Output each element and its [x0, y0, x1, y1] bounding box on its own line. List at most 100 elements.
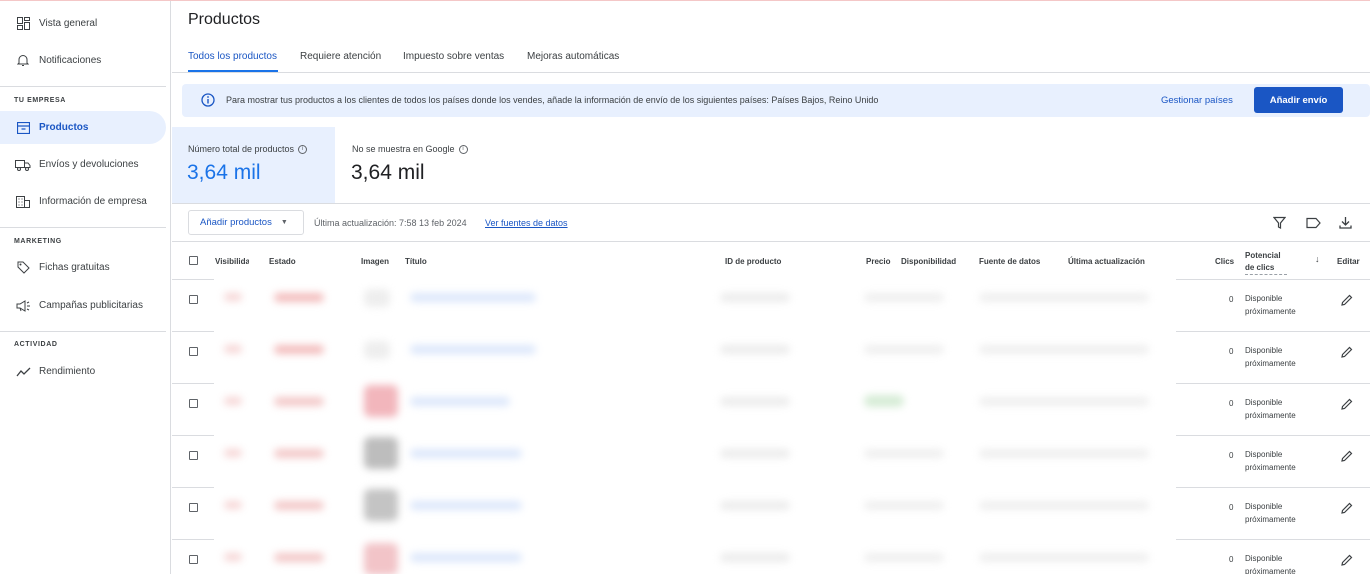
- redacted-product-data: [214, 273, 1176, 574]
- divider: [0, 331, 166, 332]
- help-icon[interactable]: i: [458, 144, 468, 154]
- tab-automatic-improvements[interactable]: Mejoras automáticas: [527, 51, 619, 62]
- clicks-value: 0: [1229, 555, 1234, 564]
- header-image: Imagen: [361, 257, 390, 266]
- section-title-activity: ACTIVIDAD: [14, 341, 58, 348]
- tag-icon: [15, 260, 31, 276]
- tab-all-products[interactable]: Todos los productos: [188, 51, 277, 62]
- sidebar-item-label: Información de empresa: [39, 196, 147, 207]
- clicks-value: 0: [1229, 503, 1234, 512]
- header-data-source[interactable]: Fuente de datos: [979, 257, 1040, 266]
- stat-value: 3,64 mil: [351, 161, 425, 184]
- click-potential-value: Disponible próximamente: [1245, 554, 1296, 574]
- divider: [0, 227, 166, 228]
- click-potential-value: Disponible próximamente: [1245, 398, 1296, 420]
- header-product-id[interactable]: ID de producto: [725, 257, 781, 266]
- sidebar-item-label: Vista general: [39, 18, 98, 29]
- stat-value: 3,64 mil: [187, 161, 261, 184]
- add-products-dropdown[interactable]: Añadir productos ▼: [188, 210, 304, 235]
- tab-sales-tax[interactable]: Impuesto sobre ventas: [403, 51, 504, 62]
- sidebar-item-label: Fichas gratuitas: [39, 262, 110, 273]
- main-content: Productos Todos los productos Requiere a…: [172, 1, 1370, 574]
- page-title: Productos: [188, 11, 261, 28]
- header-availability[interactable]: Disponibilidad: [901, 257, 956, 266]
- divider: [0, 86, 166, 87]
- info-icon: [201, 93, 215, 112]
- sidebar-item-products[interactable]: Productos: [0, 111, 166, 144]
- building-icon: [15, 194, 31, 210]
- sidebar: Vista general Notificaciones TU EMPRESA …: [0, 1, 171, 574]
- header-click-potential[interactable]: Potencial de clics: [1245, 250, 1287, 275]
- table-toolbar: Añadir productos ▼ Última actualización:…: [172, 204, 1370, 242]
- stats-row: Número total de productos i 3,64 mil No s…: [172, 127, 1370, 204]
- header-clicks[interactable]: Clics: [1215, 257, 1234, 266]
- trending-icon: [15, 364, 31, 380]
- edit-pencil-icon[interactable]: [1341, 449, 1353, 467]
- edit-pencil-icon[interactable]: [1341, 293, 1353, 311]
- header-price[interactable]: Precio: [866, 257, 890, 266]
- truck-icon: [15, 157, 31, 173]
- section-title-business: TU EMPRESA: [14, 97, 66, 104]
- edit-pencil-icon[interactable]: [1341, 553, 1353, 571]
- clicks-value: 0: [1229, 295, 1234, 304]
- sidebar-item-business-info[interactable]: Información de empresa: [0, 185, 166, 218]
- select-all-checkbox[interactable]: [189, 256, 198, 265]
- sidebar-item-label: Envíos y devoluciones: [39, 159, 139, 170]
- header-status[interactable]: Estado: [269, 257, 296, 266]
- click-potential-value: Disponible próximamente: [1245, 450, 1296, 472]
- sidebar-item-free-listings[interactable]: Fichas gratuitas: [0, 251, 166, 284]
- row-checkbox[interactable]: [189, 451, 198, 460]
- sidebar-item-label: Notificaciones: [39, 55, 102, 66]
- row-checkbox[interactable]: [189, 503, 198, 512]
- megaphone-icon: [15, 298, 31, 314]
- sidebar-item-shipping[interactable]: Envíos y devoluciones: [0, 148, 166, 181]
- last-update-text: Última actualización: 7:58 13 feb 2024: [314, 218, 467, 228]
- help-icon[interactable]: i: [298, 144, 308, 154]
- row-checkbox[interactable]: [189, 555, 198, 564]
- row-checkbox[interactable]: [189, 347, 198, 356]
- row-checkbox[interactable]: [189, 399, 198, 408]
- caret-down-icon: ▼: [280, 219, 288, 226]
- stat-not-shown-google[interactable]: No se muestra en Google i 3,64 mil: [336, 127, 536, 203]
- clicks-value: 0: [1229, 451, 1234, 460]
- stat-total-products[interactable]: Número total de productos i 3,64 mil: [172, 127, 335, 203]
- sidebar-item-label: Rendimiento: [39, 366, 96, 377]
- sidebar-item-performance[interactable]: Rendimiento: [0, 355, 166, 388]
- row-checkbox[interactable]: [189, 295, 198, 304]
- active-tab-indicator: [188, 70, 278, 72]
- edit-pencil-icon[interactable]: [1341, 397, 1353, 415]
- clicks-value: 0: [1229, 399, 1234, 408]
- add-shipping-button[interactable]: Añadir envío: [1254, 87, 1343, 113]
- filter-icon[interactable]: [1272, 216, 1287, 234]
- banner-message: Para mostrar tus productos a los cliente…: [226, 95, 879, 105]
- tab-needs-attention[interactable]: Requiere atención: [300, 51, 381, 62]
- sidebar-item-ad-campaigns[interactable]: Campañas publicitarias: [0, 289, 166, 322]
- click-potential-value: Disponible próximamente: [1245, 502, 1296, 524]
- label-icon[interactable]: [1306, 216, 1321, 234]
- tab-bar: Todos los productos Requiere atención Im…: [172, 41, 1370, 73]
- manage-countries-link[interactable]: Gestionar países: [1161, 95, 1233, 106]
- edit-pencil-icon[interactable]: [1341, 345, 1353, 363]
- section-title-marketing: MARKETING: [14, 238, 62, 245]
- click-potential-value: Disponible próximamente: [1245, 294, 1296, 316]
- header-title[interactable]: Título: [405, 257, 427, 266]
- click-potential-value: Disponible próximamente: [1245, 346, 1296, 368]
- download-icon[interactable]: [1339, 216, 1352, 234]
- sidebar-item-overview[interactable]: Vista general: [0, 7, 166, 40]
- bell-icon: [15, 53, 31, 69]
- stat-label: No se muestra en Google i: [352, 144, 468, 154]
- header-edit: Editar: [1337, 257, 1360, 266]
- shipping-info-banner: Para mostrar tus productos a los cliente…: [182, 84, 1370, 117]
- edit-pencil-icon[interactable]: [1341, 501, 1353, 519]
- stat-label: Número total de productos i: [188, 144, 308, 154]
- product-box-icon: [15, 120, 31, 136]
- clicks-value: 0: [1229, 347, 1234, 356]
- sidebar-item-label: Productos: [39, 122, 89, 133]
- header-visibility[interactable]: Visibilida: [215, 257, 249, 266]
- data-sources-link[interactable]: Ver fuentes de datos: [485, 218, 568, 228]
- dashboard-icon: [15, 16, 31, 32]
- sort-arrow-icon[interactable]: ↓: [1315, 254, 1320, 264]
- sidebar-item-notifications[interactable]: Notificaciones: [0, 44, 166, 77]
- sidebar-item-label: Campañas publicitarias: [39, 300, 143, 311]
- header-last-update[interactable]: Última actualización: [1068, 257, 1145, 266]
